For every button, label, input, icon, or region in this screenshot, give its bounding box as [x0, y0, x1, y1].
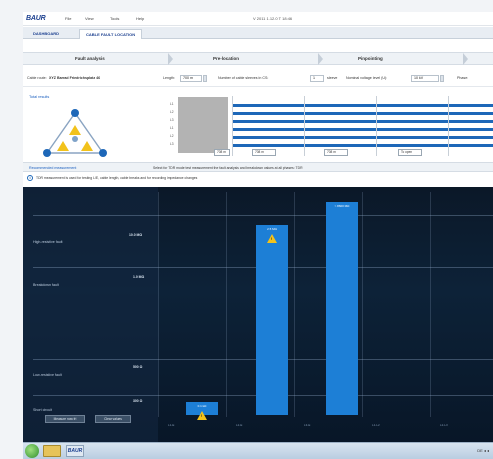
screen: BAUR File View Tools Help V 2011 1.12.0 … — [0, 0, 493, 459]
info-icon: i — [27, 175, 33, 181]
info-row: i TDR measurement is used for testing L/… — [23, 173, 493, 183]
y-tick-label: 1.0 MΩ — [133, 275, 145, 279]
track-line — [232, 120, 493, 123]
track-line — [232, 144, 493, 147]
length-field[interactable]: 700 m — [180, 75, 202, 82]
measure-button[interactable]: Measure now fri — [45, 415, 85, 423]
grid-column — [294, 192, 295, 417]
workflow-steps: Fault analysis Pre-location Pinpointing — [23, 52, 493, 65]
sleeves-label: Number of cable sleeves in CS: — [218, 76, 269, 80]
parameters-row: Cable route: XYZ Barrad Friedrichsplatz … — [23, 72, 493, 84]
voltage-select[interactable]: 10 kV — [411, 75, 439, 82]
system-tray: DE ◂ ◂ — [477, 448, 489, 453]
result-value-box[interactable]: Tc open — [398, 149, 422, 156]
results-panel: Total results L1 L2 L3 L1 L2 L3 708 m 70… — [23, 86, 493, 160]
track-line — [232, 136, 493, 139]
warning-icon: ! — [197, 411, 207, 420]
result-tracks: L1 L2 L3 L1 L2 L3 708 m 708 m 708 m Tc o… — [148, 93, 493, 161]
menu-view[interactable]: View — [85, 16, 94, 21]
bar-value-label: 2.5 MΩ — [267, 227, 277, 231]
track-separator — [448, 96, 449, 156]
result-value-box[interactable]: 708 m — [252, 149, 276, 156]
track-line — [232, 104, 493, 107]
clear-values-button[interactable]: Clear values — [95, 415, 131, 423]
grid-column — [430, 192, 431, 417]
bar-l2-e — [256, 225, 288, 415]
step-pinpointing[interactable]: Pinpointing — [358, 56, 383, 61]
track-line — [232, 112, 493, 115]
x-tick-label: L1-L2 — [372, 423, 380, 427]
info-text: TDR measurement is used for testing L/E,… — [36, 176, 198, 180]
menu-tools[interactable]: Tools — [110, 16, 119, 21]
menu-file[interactable]: File — [65, 16, 71, 21]
tab-cable-fault-location[interactable]: CABLE FAULT LOCATION — [79, 29, 143, 39]
y-tick-label: 500 Ω — [133, 365, 143, 369]
x-tick-label: L1-E — [168, 423, 175, 427]
track-label: L2 — [170, 134, 174, 138]
grid-column — [158, 192, 159, 417]
bar-l3-e — [326, 202, 358, 415]
menu-bar: BAUR File View Tools Help V 2011 1.12.0 … — [23, 12, 493, 26]
track-separator — [304, 96, 305, 156]
taskbar: BAUR DE ◂ ◂ — [23, 442, 493, 459]
length-label: Length: — [163, 76, 175, 80]
track-label: L1 — [170, 102, 174, 106]
folder-icon[interactable] — [43, 445, 61, 457]
total-results-label: Total results — [29, 95, 50, 99]
warning-icon: ! — [267, 234, 277, 243]
phase-label: Phase: — [457, 76, 469, 80]
step-separator — [168, 53, 173, 65]
length-stepper[interactable] — [203, 75, 207, 82]
track-separator — [376, 96, 377, 156]
x-tick-label: L2-E — [236, 423, 243, 427]
step-fault-analysis[interactable]: Fault analysis — [75, 56, 105, 61]
start-button[interactable] — [25, 444, 39, 458]
y-tick-label: 10.0 MΩ — [129, 233, 143, 237]
baur-app-taskbar-button[interactable]: BAUR — [66, 445, 84, 457]
track-label: L2 — [170, 110, 174, 114]
recommended-measurement-label: Recommended measurement — [29, 166, 77, 170]
track-line — [232, 128, 493, 131]
step-separator — [463, 53, 468, 65]
grid-line — [33, 215, 493, 216]
step-pre-location[interactable]: Pre-location — [213, 56, 239, 61]
voltage-dropdown[interactable] — [440, 75, 444, 82]
zone-label: Low-resistive fault — [33, 373, 62, 377]
app-window: BAUR File View Tools Help V 2011 1.12.0 … — [23, 12, 493, 442]
step-separator — [318, 53, 323, 65]
recommended-measurement-row: Recommended measurement Select for TDR m… — [23, 162, 493, 172]
tab-dashboard[interactable]: DASHBOARD — [27, 29, 65, 39]
zone-label: Breakdown fault — [33, 283, 59, 287]
selected-track-highlight — [178, 97, 228, 153]
y-tick-label: 300 Ω — [133, 399, 143, 403]
menu-help[interactable]: Help — [136, 16, 144, 21]
zone-label: Short circuit — [33, 408, 52, 412]
x-tick-label: L3-E — [304, 423, 311, 427]
cable-route-value[interactable]: XYZ Barrad Friedrichsplatz 46 — [49, 76, 100, 80]
x-tick-label: L2-L3 — [440, 423, 448, 427]
fault-zone-panel — [23, 187, 158, 442]
sleeves-field[interactable]: 1 — [310, 75, 324, 82]
zone-label: High-resistive fault — [33, 240, 63, 244]
bar-value-label: 0.1 kΩ — [197, 404, 207, 408]
insulation-resistance-chart: High-resistive fault Breakdown fault Low… — [23, 187, 493, 442]
status-line: V 2011 1.12.0 T 18:46 — [253, 16, 293, 21]
track-label: L3 — [170, 118, 174, 122]
track-label: L3 — [170, 142, 174, 146]
voltage-label: Nominal voltage level (U): — [346, 76, 388, 80]
baur-logo: BAUR — [26, 15, 46, 22]
track-label: L1 — [170, 126, 174, 130]
result-value-box[interactable]: 708 m — [324, 149, 348, 156]
bar-value-label: > 8600 MΩ — [334, 204, 350, 208]
result-value-box[interactable]: 708 m — [214, 149, 230, 156]
tab-bar: DASHBOARD CABLE FAULT LOCATION — [23, 27, 493, 39]
recommended-measurement-text[interactable]: Select for TDR mode test measurement the… — [153, 166, 303, 170]
track-separator — [232, 96, 233, 156]
cable-route-label: Cable route: — [27, 76, 47, 80]
grid-column — [362, 192, 363, 417]
sleeves-unit: sleeve — [327, 76, 338, 80]
grid-column — [226, 192, 227, 417]
phase-triangle-diagram — [43, 109, 107, 157]
